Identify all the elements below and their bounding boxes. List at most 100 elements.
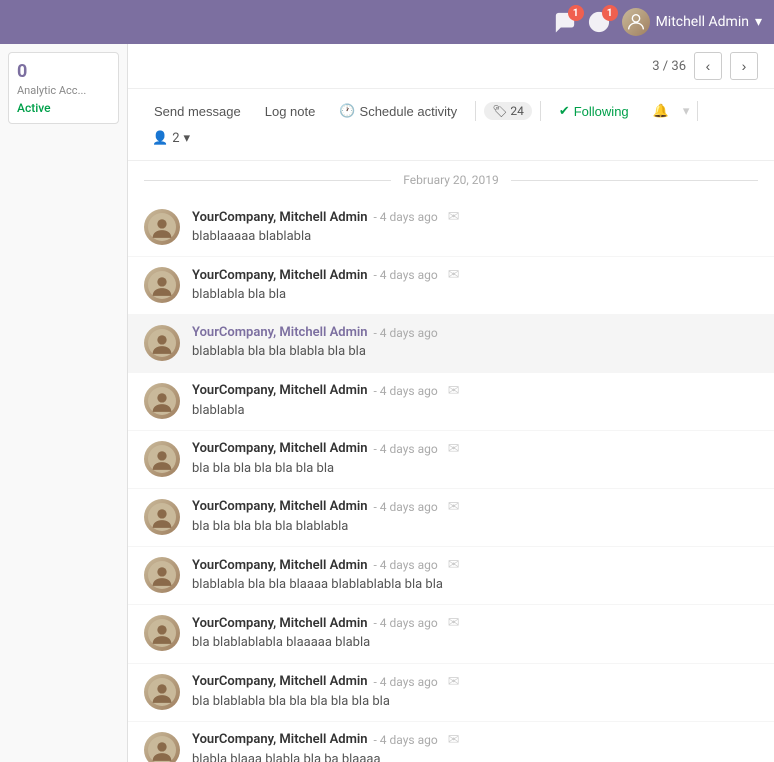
message-item[interactable]: YourCompany, Mitchell Admin - 4 days ago… <box>128 431 774 489</box>
message-author: YourCompany, Mitchell Admin <box>192 268 368 283</box>
email-icon: ✉ <box>448 557 460 573</box>
message-author: YourCompany, Mitchell Admin <box>192 558 368 573</box>
schedule-activity-label: Schedule activity <box>360 104 458 119</box>
message-body: YourCompany, Mitchell Admin - 4 days ago… <box>192 209 758 246</box>
message-author: YourCompany, Mitchell Admin <box>192 732 368 747</box>
date-line-left <box>144 180 391 181</box>
message-avatar <box>144 441 180 477</box>
send-message-label: Send message <box>154 104 241 119</box>
email-icon: ✉ <box>448 209 460 225</box>
message-body: YourCompany, Mitchell Admin - 4 days ago… <box>192 499 758 536</box>
user-name: Mitchell Admin <box>656 14 749 30</box>
message-author: YourCompany, Mitchell Admin <box>192 325 368 340</box>
message-avatar <box>144 209 180 245</box>
message-author: YourCompany, Mitchell Admin <box>192 499 368 514</box>
message-text: blabla blaaa blabla bla ba blaaaa <box>192 751 758 762</box>
message-item[interactable]: YourCompany, Mitchell Admin - 4 days ago… <box>128 605 774 663</box>
message-body: YourCompany, Mitchell Admin - 4 days ago… <box>192 557 758 594</box>
message-time: - 4 days ago <box>374 558 438 572</box>
message-text: blablabla bla bla blaaaa blablablabla bl… <box>192 576 758 594</box>
message-body: YourCompany, Mitchell Admin - 4 days ago… <box>192 732 758 762</box>
message-avatar <box>144 325 180 361</box>
email-icon: ✉ <box>448 267 460 283</box>
message-time: - 4 days ago <box>374 384 438 398</box>
sidebar-label: Analytic Acc... <box>17 84 110 97</box>
follower-count-value: 2 <box>172 131 179 146</box>
message-time: - 4 days ago <box>374 500 438 514</box>
following-label: Following <box>574 104 629 119</box>
message-author: YourCompany, Mitchell Admin <box>192 210 368 225</box>
message-author: YourCompany, Mitchell Admin <box>192 616 368 631</box>
message-list: February 20, 2019 YourCompany, Mitchell … <box>128 161 774 762</box>
message-time: - 4 days ago <box>374 675 438 689</box>
message-item[interactable]: YourCompany, Mitchell Admin - 4 days ago… <box>128 722 774 762</box>
message-avatar <box>144 615 180 651</box>
message-item[interactable]: YourCompany, Mitchell Admin - 4 days ago… <box>128 547 774 605</box>
divider-2 <box>540 101 541 121</box>
message-text: blablaaaaa blablabla <box>192 228 758 246</box>
sidebar-count: 0 <box>17 61 110 82</box>
message-header: YourCompany, Mitchell Admin - 4 days ago… <box>192 674 758 690</box>
schedule-activity-button[interactable]: 🕐 Schedule activity <box>329 99 467 123</box>
message-item[interactable]: YourCompany, Mitchell Admin - 4 days ago… <box>128 373 774 431</box>
email-icon: ✉ <box>448 499 460 515</box>
message-header: YourCompany, Mitchell Admin - 4 days ago… <box>192 615 758 631</box>
tag-count-value: 24 <box>510 104 524 118</box>
message-item[interactable]: YourCompany, Mitchell Admin - 4 days ago… <box>128 257 774 315</box>
following-button[interactable]: ✔ Following <box>549 99 639 123</box>
date-line-right <box>511 180 758 181</box>
message-text: bla blablablabla blaaaaa blabla <box>192 634 758 652</box>
message-text: blablabla bla bla blabla bla bla <box>192 343 758 361</box>
message-item[interactable]: YourCompany, Mitchell Admin - 4 days ago… <box>128 664 774 722</box>
message-item[interactable]: YourCompany, Mitchell Admin - 4 days ago… <box>128 315 774 372</box>
message-time: - 4 days ago <box>374 616 438 630</box>
sidebar: 0 Analytic Acc... Active <box>0 44 128 762</box>
message-text: blablabla <box>192 402 758 420</box>
next-page-button[interactable]: › <box>730 52 758 80</box>
pagination-text: 3 / 36 <box>652 59 686 74</box>
message-avatar <box>144 674 180 710</box>
pagination-bar: 3 / 36 ‹ › <box>128 44 774 89</box>
tag-count-badge[interactable]: 🏷 24 <box>484 102 532 120</box>
message-header: YourCompany, Mitchell Admin - 4 days ago… <box>192 557 758 573</box>
message-time: - 4 days ago <box>374 442 438 456</box>
message-text: bla bla bla bla bla bla bla <box>192 460 758 478</box>
sidebar-status: Active <box>17 101 110 115</box>
follower-icon: 👤 <box>152 131 168 146</box>
message-header: YourCompany, Mitchell Admin - 4 days ago… <box>192 441 758 457</box>
bell-icon: 🔔 <box>653 103 669 119</box>
log-note-button[interactable]: Log note <box>255 100 326 123</box>
messages-icon-nav[interactable]: 1 <box>554 11 576 33</box>
message-body: YourCompany, Mitchell Admin - 4 days ago… <box>192 383 758 420</box>
tag-icon: 🏷 <box>492 104 507 118</box>
email-icon: ✉ <box>448 441 460 457</box>
message-item[interactable]: YourCompany, Mitchell Admin - 4 days ago… <box>128 489 774 547</box>
follow-check-icon: ✔ <box>559 103 570 119</box>
message-item[interactable]: YourCompany, Mitchell Admin - 4 days ago… <box>128 199 774 257</box>
message-author: YourCompany, Mitchell Admin <box>192 674 368 689</box>
divider-1 <box>475 101 476 121</box>
message-time: - 4 days ago <box>374 326 438 340</box>
email-icon: ✉ <box>448 383 460 399</box>
message-time: - 4 days ago <box>374 210 438 224</box>
message-text: bla bla bla bla bla blablabla <box>192 518 758 536</box>
message-author: YourCompany, Mitchell Admin <box>192 441 368 456</box>
content-area: 3 / 36 ‹ › Send message Log note 🕐 Sched… <box>128 44 774 762</box>
sidebar-record[interactable]: 0 Analytic Acc... Active <box>8 52 119 124</box>
previous-page-button[interactable]: ‹ <box>694 52 722 80</box>
message-header: YourCompany, Mitchell Admin - 4 days ago… <box>192 383 758 399</box>
message-avatar <box>144 557 180 593</box>
user-dropdown-icon: ▾ <box>755 14 762 30</box>
follower-count[interactable]: 👤 2 ▾ <box>144 127 198 150</box>
message-body: YourCompany, Mitchell Admin - 4 days ago… <box>192 267 758 304</box>
activities-icon-nav[interactable]: 1 <box>588 11 610 33</box>
user-menu[interactable]: Mitchell Admin ▾ <box>622 8 762 36</box>
message-body: YourCompany, Mitchell Admin - 4 days ago… <box>192 615 758 652</box>
bell-button[interactable]: 🔔 <box>643 99 679 123</box>
message-time: - 4 days ago <box>374 268 438 282</box>
message-header: YourCompany, Mitchell Admin - 4 days ago <box>192 325 758 340</box>
send-message-button[interactable]: Send message <box>144 100 251 123</box>
message-avatar <box>144 267 180 303</box>
follower-dropdown-icon: ▾ <box>184 131 191 146</box>
main-area: 0 Analytic Acc... Active 3 / 36 ‹ › Send… <box>0 44 774 762</box>
